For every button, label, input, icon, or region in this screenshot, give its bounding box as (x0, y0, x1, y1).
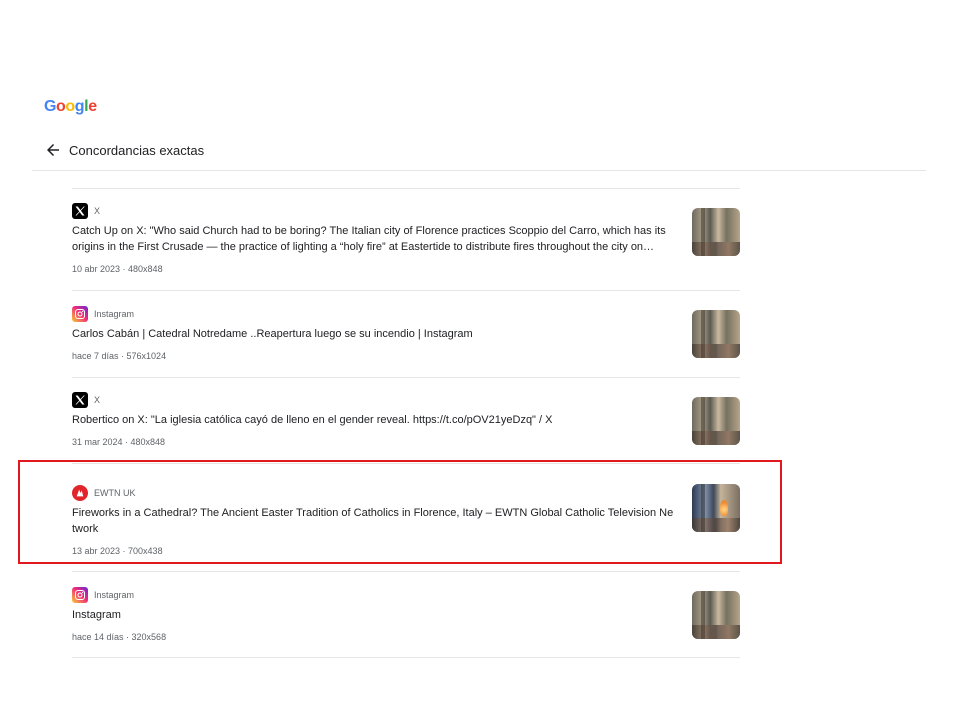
source-name: Instagram (94, 590, 135, 600)
arrow-left-icon[interactable] (44, 141, 62, 159)
google-logo[interactable]: Google (44, 98, 97, 116)
result-meta: hace 7 días · 576x1024 (72, 351, 167, 361)
result-item[interactable]: EWTN UK Fireworks in a Cathedral? The An… (72, 464, 740, 572)
source-name: X (94, 395, 101, 405)
result-source[interactable]: EWTN UK (72, 485, 740, 501)
source-name: Instagram (94, 309, 135, 319)
result-title[interactable]: Catch Up on X: "Who said Church had to b… (72, 223, 680, 255)
result-source[interactable]: X (72, 392, 740, 408)
results-list: X Catch Up on X: "Who said Church had to… (72, 188, 740, 658)
result-thumbnail[interactable] (692, 397, 740, 445)
result-source[interactable]: Instagram (72, 306, 740, 322)
instagram-icon (72, 587, 88, 603)
logo-letter: o (65, 98, 75, 115)
result-thumbnail[interactable] (692, 208, 740, 256)
result-meta: 10 abr 2023 · 480x848 (72, 264, 163, 274)
header-divider (32, 170, 926, 171)
ewtn-icon (72, 485, 88, 501)
logo-letter: g (74, 98, 85, 115)
result-title[interactable]: Robertico on X: "La iglesia católica cay… (72, 412, 680, 428)
result-source[interactable]: Instagram (72, 587, 740, 603)
result-item[interactable]: Instagram Instagram hace 14 días · 320x5… (72, 572, 740, 658)
source-name: EWTN UK (94, 488, 136, 498)
result-title[interactable]: Fireworks in a Cathedral? The Ancient Ea… (72, 505, 680, 537)
logo-letter: G (44, 98, 57, 115)
result-source[interactable]: X (72, 203, 740, 219)
result-title[interactable]: Instagram (72, 607, 680, 623)
page-title: Concordancias exactas (69, 142, 205, 158)
logo-letter: o (56, 98, 66, 115)
result-title[interactable]: Carlos Cabán | Catedral Notredame ..Reap… (72, 326, 680, 342)
result-item[interactable]: X Robertico on X: "La iglesia católica c… (72, 378, 740, 464)
result-meta: 31 mar 2024 · 480x848 (72, 437, 166, 447)
instagram-icon (72, 306, 88, 322)
fire-image-detail (720, 500, 728, 516)
result-meta: hace 14 días · 320x568 (72, 632, 167, 642)
x-logo-icon (72, 392, 88, 408)
result-thumbnail[interactable] (692, 591, 740, 639)
result-thumbnail[interactable] (692, 310, 740, 358)
page-header: Concordancias exactas (44, 140, 204, 160)
source-name: X (94, 206, 101, 216)
logo-letter: e (88, 98, 97, 115)
result-item[interactable]: Instagram Carlos Cabán | Catedral Notred… (72, 291, 740, 378)
x-logo-icon (72, 203, 88, 219)
result-meta: 13 abr 2023 · 700x438 (72, 546, 163, 556)
result-item[interactable]: X Catch Up on X: "Who said Church had to… (72, 189, 740, 291)
result-thumbnail[interactable] (692, 484, 740, 532)
